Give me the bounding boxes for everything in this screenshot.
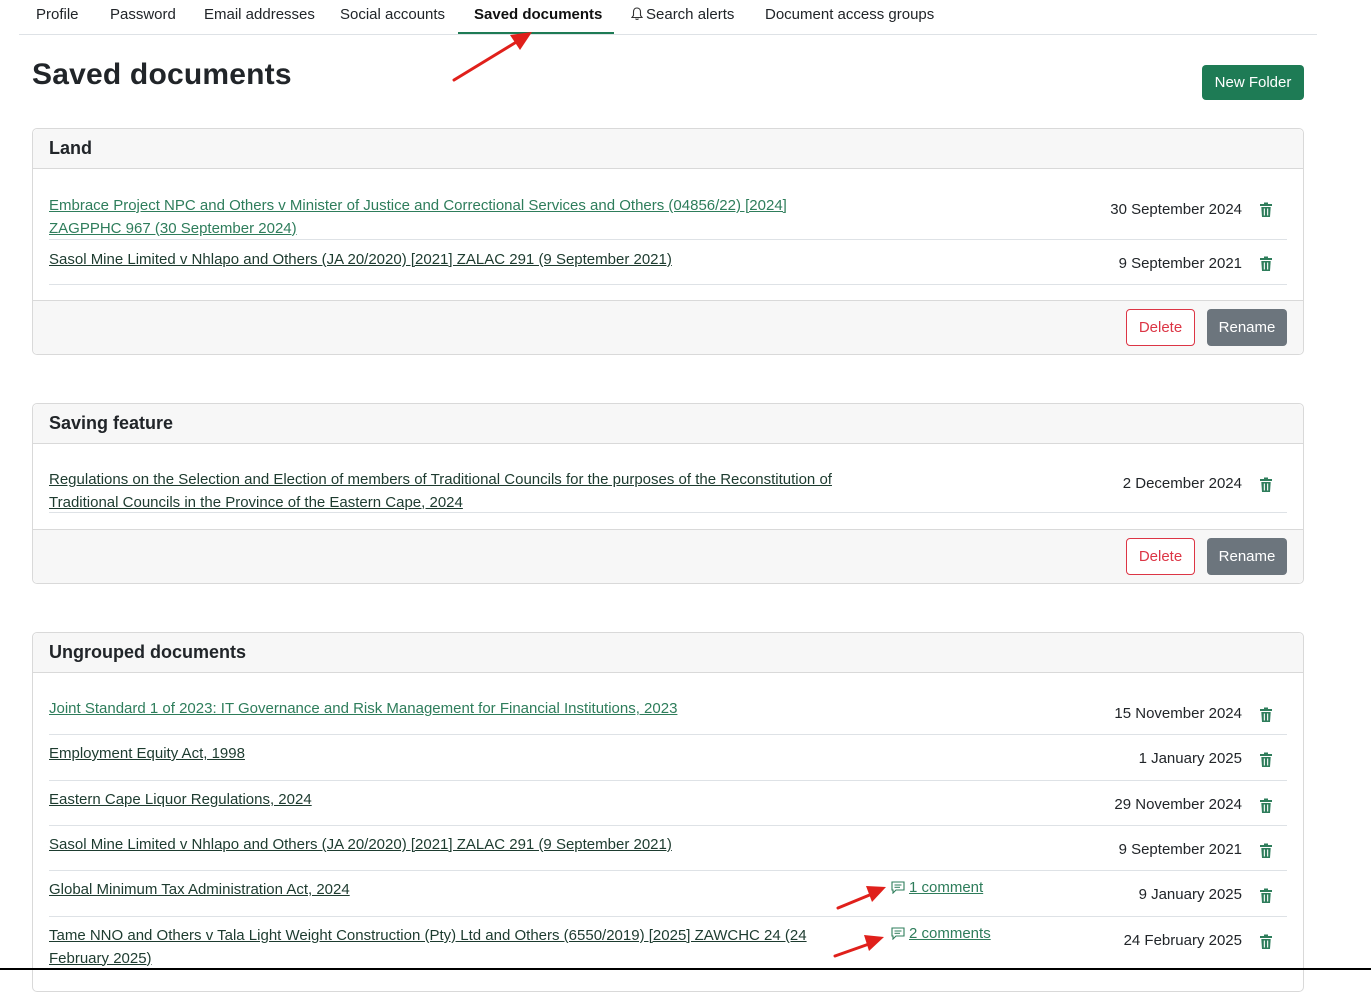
document-link[interactable]: Regulations on the Selection and Electio… — [49, 469, 839, 514]
document-link[interactable]: Sasol Mine Limited v Nhlapo and Others (… — [49, 249, 849, 272]
folder-card-saving-feature: Saving feature Regulations on the Select… — [32, 403, 1304, 584]
folder-title: Land — [33, 129, 1303, 169]
rename-folder-button[interactable]: Rename — [1207, 538, 1287, 575]
document-link[interactable]: Global Minimum Tax Administration Act, 2… — [49, 879, 849, 902]
new-folder-button[interactable]: New Folder — [1202, 65, 1304, 100]
page-title: Saved documents — [32, 58, 292, 91]
folder-title: Saving feature — [33, 404, 1303, 444]
folder-actions: Delete Rename — [33, 300, 1303, 354]
comment-count: 1 comment — [909, 879, 984, 896]
tab-saved-documents[interactable]: Saved documents — [474, 0, 602, 35]
bell-icon — [630, 7, 644, 20]
trash-icon[interactable] — [1259, 477, 1273, 493]
folder-card-land: Land Embrace Project NPC and Others v Mi… — [32, 128, 1304, 355]
tab-search-alerts-label: Search alerts — [646, 6, 735, 23]
annotation-arrow-icon — [452, 32, 532, 82]
active-tab-indicator — [458, 32, 614, 34]
folder-actions: Delete Rename — [33, 529, 1303, 583]
account-tabs: Profile Password Email addresses Social … — [19, 0, 1317, 35]
delete-folder-button[interactable]: Delete — [1126, 538, 1195, 575]
document-date: 9 September 2021 — [1118, 255, 1242, 272]
trash-icon[interactable] — [1259, 843, 1273, 859]
document-date: 9 January 2025 — [1138, 886, 1242, 903]
document-link[interactable]: Joint Standard 1 of 2023: IT Governance … — [49, 698, 849, 721]
document-row: Joint Standard 1 of 2023: IT Governance … — [49, 690, 1287, 735]
tab-email-addresses[interactable]: Email addresses — [204, 0, 315, 35]
document-link[interactable]: Sasol Mine Limited v Nhlapo and Others (… — [49, 834, 849, 857]
trash-icon[interactable] — [1259, 202, 1273, 218]
comment-icon — [891, 927, 905, 941]
document-row: Eastern Cape Liquor Regulations, 2024 29… — [49, 781, 1287, 826]
trash-icon[interactable] — [1259, 752, 1273, 768]
document-date: 9 September 2021 — [1118, 841, 1242, 858]
folder-title: Ungrouped documents — [33, 633, 1303, 673]
tab-profile[interactable]: Profile — [36, 0, 79, 35]
document-row: Employment Equity Act, 1998 1 January 20… — [49, 735, 1287, 781]
document-date: 30 September 2024 — [1110, 201, 1242, 218]
document-date: 2 December 2024 — [1122, 475, 1242, 492]
document-date: 24 February 2025 — [1123, 932, 1242, 949]
document-row: Sasol Mine Limited v Nhlapo and Others (… — [49, 826, 1287, 871]
tab-search-alerts[interactable]: Search alerts — [630, 0, 735, 35]
tab-document-access-groups[interactable]: Document access groups — [765, 0, 934, 35]
trash-icon[interactable] — [1259, 798, 1273, 814]
comments-link[interactable]: 2 comments — [891, 925, 991, 942]
trash-icon[interactable] — [1259, 888, 1273, 904]
folder-card-ungrouped: Ungrouped documents Joint Standard 1 of … — [32, 632, 1304, 992]
document-link[interactable]: Employment Equity Act, 1998 — [49, 743, 849, 766]
delete-folder-button[interactable]: Delete — [1126, 309, 1195, 346]
document-date: 1 January 2025 — [1138, 750, 1242, 767]
comments-link[interactable]: 1 comment — [891, 879, 983, 896]
tab-password[interactable]: Password — [110, 0, 176, 35]
document-link[interactable]: Embrace Project NPC and Others v Ministe… — [49, 195, 849, 240]
document-row: Embrace Project NPC and Others v Ministe… — [49, 195, 1287, 240]
trash-icon[interactable] — [1259, 256, 1273, 272]
comment-count: 2 comments — [909, 925, 991, 942]
document-row: Sasol Mine Limited v Nhlapo and Others (… — [49, 240, 1287, 285]
document-link[interactable]: Eastern Cape Liquor Regulations, 2024 — [49, 789, 849, 812]
document-link[interactable]: Tame NNO and Others v Tala Light Weight … — [49, 925, 864, 970]
document-row: Regulations on the Selection and Electio… — [49, 469, 1287, 513]
document-date: 29 November 2024 — [1114, 796, 1242, 813]
comment-icon — [891, 881, 905, 895]
document-row: Global Minimum Tax Administration Act, 2… — [49, 871, 1287, 917]
document-date: 15 November 2024 — [1114, 705, 1242, 722]
tab-social-accounts[interactable]: Social accounts — [340, 0, 445, 35]
trash-icon[interactable] — [1259, 707, 1273, 723]
rename-folder-button[interactable]: Rename — [1207, 309, 1287, 346]
trash-icon[interactable] — [1259, 934, 1273, 950]
